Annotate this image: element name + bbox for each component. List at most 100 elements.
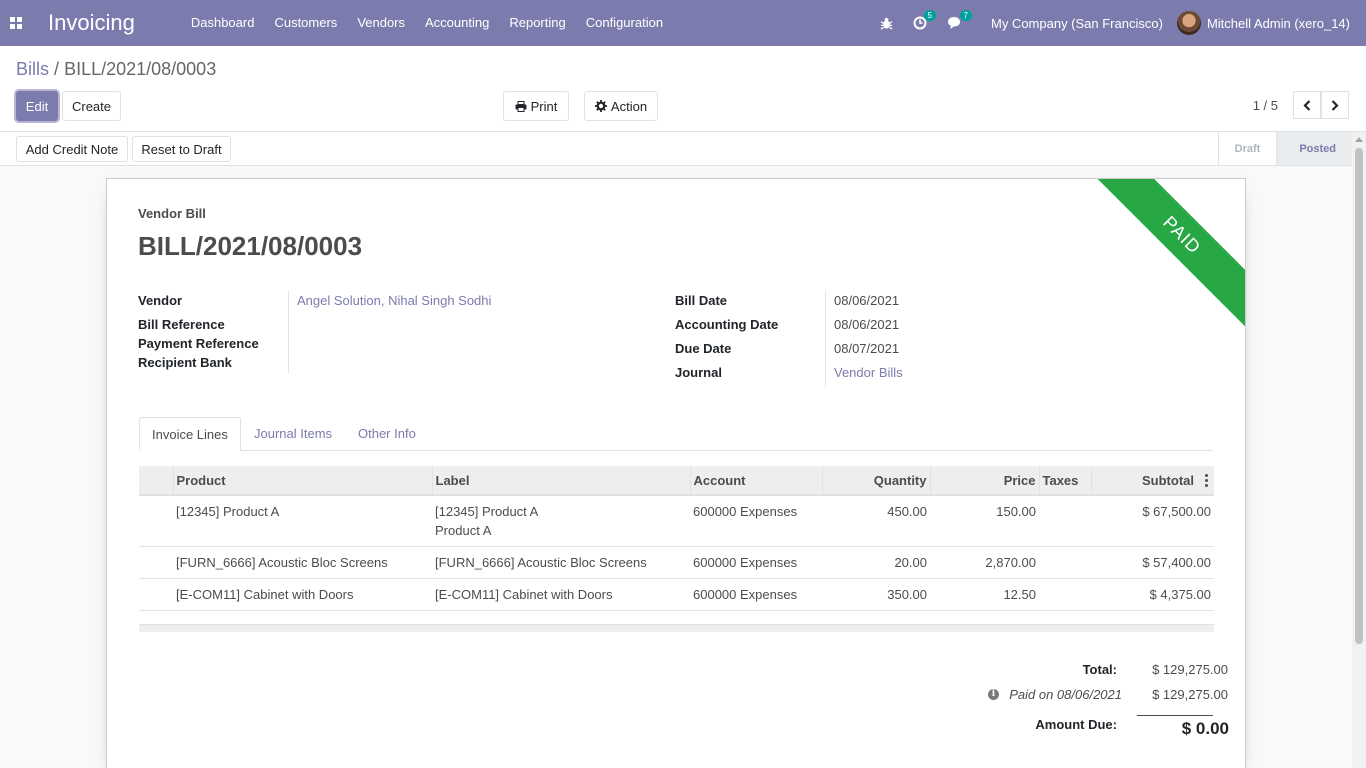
cell-subtotal: $ 4,375.00 <box>1091 578 1214 611</box>
table-header-row: Product Label Account Quantity Price Tax… <box>139 466 1214 496</box>
cell-account: 600000 Expenses <box>690 495 822 547</box>
row-handle <box>139 495 173 547</box>
column-header-quantity[interactable]: Quantity <box>821 466 930 496</box>
column-header-subtotal[interactable]: Subtotal <box>1090 466 1214 496</box>
table-row[interactable]: [FURN_6666] Acoustic Bloc Screens [FURN_… <box>139 546 1214 579</box>
clock-icon[interactable]: 5 <box>913 10 936 30</box>
tab-journal-items[interactable]: Journal Items <box>242 417 344 450</box>
menu-dashboard[interactable]: Dashboard <box>181 0 265 46</box>
cell-taxes <box>1039 578 1091 611</box>
chevron-right-icon <box>1331 99 1339 111</box>
recipient-bank-label: Recipient Bank <box>138 355 232 370</box>
cell-subtotal: $ 67,500.00 <box>1091 495 1214 547</box>
cell-quantity: 20.00 <box>822 546 930 579</box>
apps-menu-icon[interactable] <box>0 0 32 46</box>
cell-subtotal: $ 57,400.00 <box>1091 546 1214 579</box>
optional-columns-icon[interactable] <box>1205 474 1208 487</box>
cell-account: 600000 Expenses <box>690 546 822 579</box>
cell-product: [FURN_6666] Acoustic Bloc Screens <box>173 546 432 579</box>
status-step-posted[interactable]: Posted <box>1276 132 1352 165</box>
cell-quantity: 450.00 <box>822 495 930 547</box>
menu-accounting[interactable]: Accounting <box>415 0 499 46</box>
bill-date-label: Bill Date <box>675 293 728 308</box>
row-handle <box>139 546 173 579</box>
main-menu: Dashboard Customers Vendors Accounting R… <box>181 0 673 46</box>
cell-price: 150.00 <box>930 495 1039 547</box>
column-header-label[interactable]: Label <box>431 466 690 496</box>
print-button[interactable]: Print <box>503 91 569 121</box>
subtotal-header-label: Subtotal <box>1142 472 1194 488</box>
user-avatar[interactable] <box>1176 11 1201 35</box>
action-button[interactable]: Action <box>584 91 658 121</box>
amount-due-value: $ 0.00 <box>1181 719 1229 738</box>
breadcrumb-current: BILL/2021/08/0003 <box>64 59 217 79</box>
journal-value[interactable]: Vendor Bills <box>834 365 903 380</box>
pager-previous-button[interactable] <box>1293 91 1321 119</box>
paid-on-label: Paid on 08/06/2021 <box>1009 687 1122 702</box>
column-header-account[interactable]: Account <box>689 466 822 496</box>
cell-label-line-1: [12345] Product A <box>435 504 539 519</box>
company-switcher[interactable]: My Company (San Francisco) <box>991 16 1163 31</box>
create-button[interactable]: Create <box>62 91 121 121</box>
cell-taxes <box>1039 495 1091 547</box>
status-step-draft[interactable]: Draft <box>1217 132 1277 165</box>
breadcrumb-bills-link[interactable]: Bills <box>16 59 49 79</box>
cell-label: [FURN_6666] Acoustic Bloc Screens <box>432 546 690 579</box>
cell-account: 600000 Expenses <box>690 578 822 611</box>
cell-taxes <box>1039 546 1091 579</box>
cell-price: 12.50 <box>930 578 1039 611</box>
chat-icon[interactable]: 7 <box>947 10 972 30</box>
user-menu[interactable]: Mitchell Admin (xero_14) <box>1207 16 1350 31</box>
table-row[interactable]: [E-COM11] Cabinet with Doors [E-COM11] C… <box>139 578 1214 611</box>
bill-number-title: BILL/2021/08/0003 <box>138 231 363 261</box>
cell-product: [12345] Product A <box>173 495 432 547</box>
row-handle <box>139 578 173 611</box>
edit-button[interactable]: Edit <box>16 91 58 121</box>
page-scrollbar[interactable] <box>1352 132 1366 768</box>
cell-product: [E-COM11] Cabinet with Doors <box>173 578 432 611</box>
menu-customers[interactable]: Customers <box>264 0 347 46</box>
tab-invoice-lines[interactable]: Invoice Lines <box>139 417 241 451</box>
top-navbar: Invoicing Dashboard Customers Vendors Ac… <box>0 0 1366 46</box>
tab-other-info[interactable]: Other Info <box>346 417 428 450</box>
menu-reporting[interactable]: Reporting <box>499 0 575 46</box>
menu-configuration[interactable]: Configuration <box>576 0 673 46</box>
bill-form-sheet: PAID Vendor Bill BILL/2021/08/0003 Vendo… <box>106 178 1246 768</box>
column-header-taxes[interactable]: Taxes <box>1038 466 1091 496</box>
app-name[interactable]: Invoicing <box>48 10 135 36</box>
navbar-systray: 5 7 My Company (San Francisco) Mitchell … <box>870 0 1366 46</box>
scroll-up-arrow[interactable] <box>1355 137 1363 142</box>
status-steps: Draft Posted <box>1217 132 1352 166</box>
due-date-value: 08/07/2021 <box>834 341 900 356</box>
add-credit-note-button[interactable]: Add Credit Note <box>16 136 128 162</box>
left-field-separator <box>288 291 289 373</box>
table-footer-bar <box>139 624 1214 632</box>
print-icon <box>515 100 527 112</box>
form-statusbar: Add Credit Note Reset to Draft Draft Pos… <box>0 132 1352 166</box>
reset-to-draft-button[interactable]: Reset to Draft <box>132 136 231 162</box>
bug-icon[interactable] <box>880 17 893 30</box>
column-header-product[interactable]: Product <box>172 466 432 496</box>
pager-value[interactable]: 1 / 5 <box>1253 98 1278 113</box>
notebook-tabs: Invoice Lines Journal Items Other Info <box>139 417 1213 451</box>
cell-quantity: 350.00 <box>822 578 930 611</box>
cell-label: [12345] Product A Product A <box>432 495 690 547</box>
payment-reference-label: Payment Reference <box>138 336 259 351</box>
pager-next-button[interactable] <box>1321 91 1349 119</box>
vendor-value[interactable]: Angel Solution, Nihal Singh Sodhi <box>297 293 491 308</box>
table-row[interactable]: [12345] Product A [12345] Product A Prod… <box>139 495 1214 547</box>
row-handle-header <box>139 466 173 496</box>
breadcrumb-separator: / <box>54 59 60 79</box>
total-label: Total: <box>1082 662 1117 677</box>
journal-label: Journal <box>675 365 722 380</box>
print-label: Print <box>530 98 558 114</box>
menu-vendors[interactable]: Vendors <box>347 0 415 46</box>
cell-price: 2,870.00 <box>930 546 1039 579</box>
totals-separator <box>1137 715 1213 716</box>
column-header-price[interactable]: Price <box>929 466 1039 496</box>
activity-count-badge: 5 <box>923 10 936 21</box>
scrollbar-thumb[interactable] <box>1355 148 1363 644</box>
paid-amount-value: $ 129,275.00 <box>1152 687 1228 702</box>
cell-label-line-2: Product A <box>435 523 492 538</box>
document-type: Vendor Bill <box>138 206 206 221</box>
